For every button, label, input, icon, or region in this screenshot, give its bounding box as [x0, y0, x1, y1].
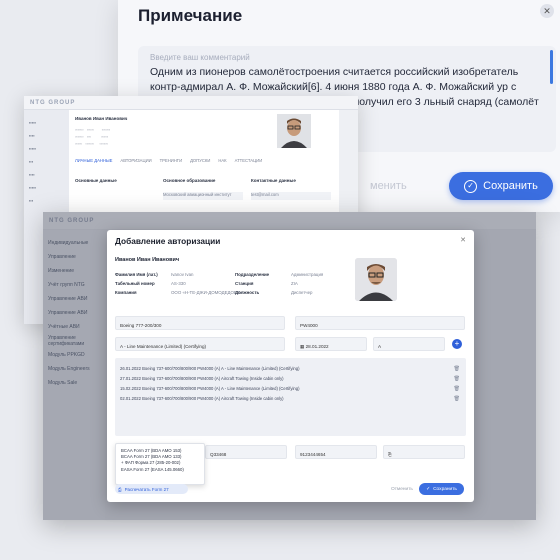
tab-trainings[interactable]: ТРЕНИНГИ: [160, 158, 182, 163]
tabs: ЛИЧНЫЕ ДАННЫЕ АВТОРИЗАЦИИ ТРЕНИНГИ ДОПУС…: [75, 158, 262, 163]
sidebar-item[interactable]: ▪▪▪▪: [24, 168, 72, 181]
field-label: Табельный номер: [115, 281, 155, 286]
sidebar-item[interactable]: ▪▪▪: [24, 194, 72, 207]
date-field[interactable]: ▦ 28.01.2022: [295, 337, 367, 351]
attachment-field[interactable]: ⎘: [383, 445, 465, 459]
sidebar-item[interactable]: ▪▪▪▪: [24, 129, 72, 142]
aircraft-select[interactable]: Boeing 777-200/300: [115, 316, 285, 330]
save-label: Сохранить: [483, 180, 538, 192]
employee-name: Иванов Иван Иванович: [115, 257, 180, 263]
print-label: Распечатать Form 27: [124, 486, 169, 492]
field-value: ZIA: [291, 281, 298, 286]
category-select[interactable]: A: [373, 337, 445, 351]
avatar: [277, 114, 311, 148]
tab-admissions[interactable]: ДОПУСКИ: [190, 158, 210, 163]
list-item: 26.01.2022 Boeing 737-600/700/800/900 PW…: [120, 366, 300, 371]
paperclip-icon: ⎘: [388, 452, 392, 457]
employee-details: ▫▫▫▫▫▫ ▫▫▫▫▫ ▫▫▫▫▫▫ ▫▫▫▫▫▫ ▫▫▫ ▫▫▫▫▫ ▫▫▫▫▫…: [75, 127, 111, 146]
field-value: Администрация: [291, 272, 324, 277]
trash-icon[interactable]: 🗑: [454, 366, 460, 372]
field-value: ООО «Н-ТЕ-ДЖИ-ДОМОДЕДОВО»: [171, 290, 243, 295]
phone-field[interactable]: 9123444654: [295, 445, 377, 459]
trash-icon[interactable]: 🗑: [454, 386, 460, 392]
field-value: Диспетчер: [291, 290, 313, 295]
field-label: Компания: [115, 290, 137, 295]
section-education: Основное образование: [163, 178, 216, 183]
field-label: Станция: [235, 281, 254, 286]
email-field[interactable]: test@mail.com: [251, 192, 331, 200]
number-field[interactable]: Q33468: [205, 445, 287, 459]
save-button[interactable]: ✓ Сохранить: [449, 172, 553, 200]
list-item: 15.02.2022 Boeing 737-600/700/800/900 PW…: [120, 386, 300, 391]
organisation-value: A - Line Maintenance (Limited) (Certifyi…: [120, 344, 207, 349]
add-icon[interactable]: +: [452, 339, 462, 349]
tab-nak[interactable]: НАК: [218, 158, 226, 163]
check-icon: ✓: [426, 486, 431, 492]
section-main: Основные данные: [75, 178, 117, 183]
print-form-button[interactable]: ⎙ Распечатать Form 27: [115, 484, 188, 494]
avatar: [355, 258, 397, 301]
aircraft-value: Boeing 777-200/300: [120, 323, 162, 328]
form-dropdown: BCAA Form 27 (BDA AMO 153) BCAA Form 27 …: [115, 443, 205, 485]
scrollbar[interactable]: [550, 50, 553, 84]
engine-select[interactable]: PW4000: [295, 316, 465, 330]
note-title: Примечание: [138, 6, 243, 25]
field-label: Фамилия Имя (лат.): [115, 272, 158, 277]
employee-name: Иванов Иван Иванович: [75, 116, 128, 121]
section-contacts: Контактные данные: [251, 178, 296, 183]
close-icon[interactable]: ✕: [540, 4, 554, 18]
field-label: Должность: [235, 290, 260, 295]
trash-icon[interactable]: 🗑: [454, 376, 460, 382]
field-label: Подразделение: [235, 272, 270, 277]
category-value: A: [378, 344, 382, 349]
cancel-button[interactable]: Отменить: [391, 487, 413, 492]
number-value: Q33468: [210, 452, 227, 457]
logo: NTG GROUP: [30, 99, 76, 106]
dialog-title: Добавление авторизации: [115, 236, 221, 246]
sidebar-item[interactable]: ▪▪▪▪▪: [24, 181, 72, 194]
sidebar-item[interactable]: ▪▪▪: [24, 155, 72, 168]
trash-icon[interactable]: 🗑: [454, 396, 460, 402]
sidebar-item[interactable]: ▪▪▪▪▪: [24, 142, 72, 155]
field-value: AS-330: [171, 281, 186, 286]
sidebar-item[interactable]: ▪▪▪▪▪: [24, 116, 72, 129]
cancel-button[interactable]: менить: [370, 180, 407, 192]
employee-info-right: Подразделение Администрация Станция ZIA До…: [235, 270, 323, 297]
printer-icon: ⎙: [118, 486, 122, 492]
education-field[interactable]: Московский авиационный институт: [163, 192, 243, 200]
comment-placeholder: Введите ваш комментарий: [150, 53, 250, 62]
field-value: Ivanov Ivan: [171, 272, 194, 277]
organisation-select[interactable]: A - Line Maintenance (Limited) (Certifyi…: [115, 337, 285, 351]
tab-personal[interactable]: ЛИЧНЫЕ ДАННЫЕ: [75, 158, 112, 163]
check-icon: ✓: [464, 179, 478, 193]
employee-info-left: Фамилия Имя (лат.) Ivanov Ivan Табельный …: [115, 270, 243, 297]
save-button[interactable]: ✓ Сохранить: [419, 483, 464, 495]
list-item: 02.01.2022 Boeing 737-600/700/800/900 PW…: [120, 396, 284, 401]
date-value: 28.01.2022: [305, 344, 329, 349]
add-authorization-dialog: Добавление авторизации ✕ Иванов Иван Ива…: [107, 230, 474, 502]
authorization-list: 26.01.2022 Boeing 737-600/700/800/900 PW…: [115, 358, 466, 436]
list-item: 27.01.2022 Boeing 737-600/700/800/900 PW…: [120, 376, 284, 381]
close-icon[interactable]: ✕: [460, 236, 466, 244]
save-label: Сохранить: [433, 486, 457, 492]
tab-auth[interactable]: АВТОРИЗАЦИИ: [120, 158, 151, 163]
engine-value: PW4000: [300, 323, 318, 328]
phone-value: 9123444654: [300, 452, 326, 457]
dropdown-option[interactable]: EASA Form 27 (EASA 145.0660): [121, 467, 199, 473]
tab-certs[interactable]: АТТЕСТАЦИИ: [235, 158, 263, 163]
